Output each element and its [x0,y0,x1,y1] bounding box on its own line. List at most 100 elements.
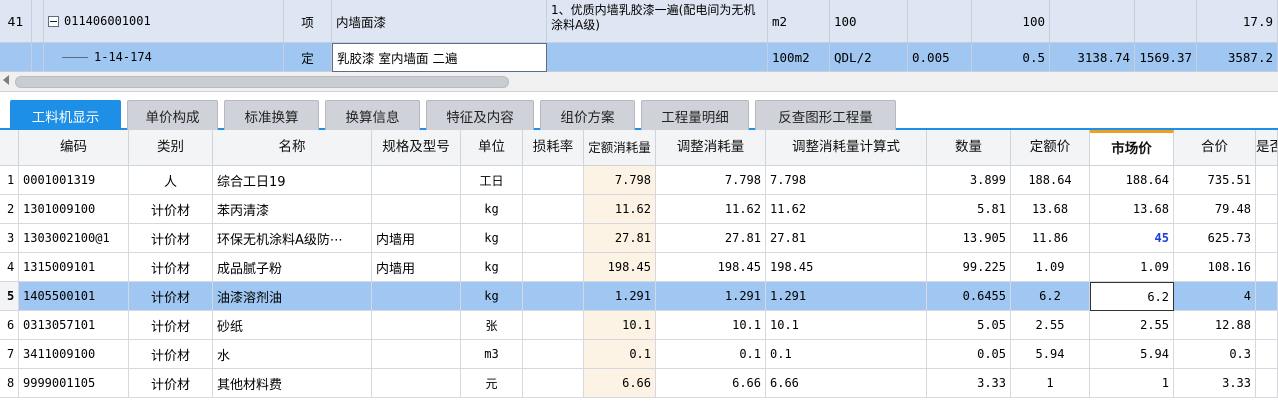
material-name[interactable]: 苯丙清漆 [213,195,372,224]
tab-reverse-lookup[interactable]: 反查图形工程量 [755,100,896,130]
table-row[interactable]: 5 1405500101 计价材 油漆溶剂油 kg 1.291 1.291 1.291 0.64… [0,282,1278,311]
adjust-formula[interactable]: 1.291 [766,282,927,311]
market-price[interactable]: 5.94 [1090,340,1174,369]
tab-quantity-detail[interactable]: 工程量明细 [641,100,749,130]
adjust-formula[interactable]: 10.1 [766,311,927,340]
material-code[interactable]: 0001001319 [19,166,129,195]
adjusted-consumption[interactable]: 7.798 [656,166,766,195]
table-row[interactable]: 4 1315009101 计价材 成品腻子粉 内墙用 kg 198.45 198.45 198.… [0,253,1278,282]
scroll-left-icon[interactable] [3,75,9,85]
header-name[interactable]: 名称 [213,130,372,166]
table-row[interactable]: 6 0313057101 计价材 砂纸张 10.1 10.1 10.1 5.05 2.55 2.5… [0,311,1278,340]
header-quota-consumption[interactable]: 定额消耗量 [584,130,656,166]
quota-price[interactable]: 1.09 [1011,253,1090,282]
header-spec[interactable]: 规格及型号 [372,130,461,166]
header-quota-price[interactable]: 定额价 [1011,130,1090,166]
quota-row[interactable]: 1-14-174 定 乳胶漆 室内墙面 二遍 100m2 QDL/2 0.005… [0,43,1278,72]
material-loss[interactable] [523,195,584,224]
adjust-formula[interactable]: 27.81 [766,224,927,253]
material-spec[interactable]: 内墙用 [372,253,461,282]
material-code[interactable]: 1303002100@1 [19,224,129,253]
material-unit[interactable]: kg [461,195,523,224]
market-price[interactable]: 188.64 [1090,166,1174,195]
material-amount[interactable]: 735.51 [1174,166,1256,195]
market-price[interactable]: 13.68 [1090,195,1174,224]
bill-qty-expr[interactable]: 100 [830,0,908,43]
header-unit[interactable]: 单位 [461,130,523,166]
table-row[interactable]: 8 9999001105 计价材 其他材料费元 6.66 6.66 6.66 3.33 1 1 3.… [0,369,1278,398]
quota-qty-expr[interactable]: QDL/2 [830,43,908,72]
market-price[interactable]: 6.2 [1090,282,1174,311]
material-code[interactable]: 1301009100 [19,195,129,224]
material-unit[interactable]: 张 [461,311,523,340]
material-name[interactable]: 综合工日19 [213,166,372,195]
quota-consumption[interactable]: 27.81 [584,224,656,253]
header-market-price[interactable]: 市场价 [1090,130,1174,166]
quota-consumption[interactable]: 11.62 [584,195,656,224]
material-quantity[interactable]: 3.33 [927,369,1011,398]
adjust-formula[interactable]: 7.798 [766,166,927,195]
material-quantity[interactable]: 5.05 [927,311,1011,340]
quota-price[interactable]: 5.94 [1011,340,1090,369]
material-loss[interactable] [523,166,584,195]
tab-standard-conversion[interactable]: 标准换算 [224,100,319,130]
collapse-icon[interactable]: − [48,15,59,27]
header-loss[interactable]: 损耗率 [523,130,584,166]
material-name[interactable]: 环保无机涂料A级防⋯ [213,224,372,253]
material-amount[interactable]: 79.48 [1174,195,1256,224]
bill-name[interactable]: 内墙面漆 [332,0,547,43]
tab-material-display[interactable]: 工料机显示 [10,100,121,130]
material-name[interactable]: 油漆溶剂油 [213,282,372,311]
material-loss[interactable] [523,253,584,282]
quota-code-cell[interactable]: 1-14-174 [44,43,284,72]
header-adjusted-consumption[interactable]: 调整消耗量 [656,130,766,166]
table-row[interactable]: 1 0001001319 人综合工日19 工日 7.798 7.798 7.798 3.899… [0,166,1278,195]
tab-pricing-scheme[interactable]: 组价方案 [540,100,635,130]
adjusted-consumption[interactable]: 0.1 [656,340,766,369]
material-unit[interactable]: m3 [461,340,523,369]
header-amount[interactable]: 合价 [1174,130,1256,166]
material-loss[interactable] [523,282,584,311]
material-quantity[interactable]: 0.05 [927,340,1011,369]
quota-consumption[interactable]: 198.45 [584,253,656,282]
adjust-formula[interactable]: 0.1 [766,340,927,369]
material-category[interactable]: 计价材 [129,253,213,282]
adjust-formula[interactable]: 198.45 [766,253,927,282]
material-unit[interactable]: kg [461,224,523,253]
extra-cell[interactable] [1256,311,1278,340]
material-name[interactable]: 其他材料费 [213,369,372,398]
market-price[interactable]: 2.55 [1090,311,1174,340]
material-quantity[interactable]: 5.81 [927,195,1011,224]
quota-unit[interactable]: 100m2 [768,43,830,72]
material-name[interactable]: 成品腻子粉 [213,253,372,282]
material-code[interactable]: 1405500101 [19,282,129,311]
quota-consumption[interactable]: 0.1 [584,340,656,369]
material-quantity[interactable]: 0.6455 [927,282,1011,311]
adjusted-consumption[interactable]: 198.45 [656,253,766,282]
quota-consumption[interactable]: 10.1 [584,311,656,340]
extra-cell[interactable] [1256,166,1278,195]
material-amount[interactable]: 0.3 [1174,340,1256,369]
material-spec[interactable] [372,340,461,369]
extra-cell[interactable] [1256,282,1278,311]
material-category[interactable]: 计价材 [129,311,213,340]
table-row[interactable]: 3 1303002100@1 计价材 环保无机涂料A级防⋯ 内墙用 kg 27.81 27.8… [0,224,1278,253]
material-amount[interactable]: 3.33 [1174,369,1256,398]
material-category[interactable]: 计价材 [129,340,213,369]
material-unit[interactable]: kg [461,253,523,282]
material-amount[interactable]: 625.73 [1174,224,1256,253]
material-spec[interactable] [372,311,461,340]
quota-consumption[interactable]: 6.66 [584,369,656,398]
market-price[interactable]: 45 [1090,224,1174,253]
material-category[interactable]: 计价材 [129,369,213,398]
extra-cell[interactable] [1256,224,1278,253]
material-category[interactable]: 人 [129,166,213,195]
bill-feature[interactable]: 1、优质内墙乳胶漆一遍(配电间为无机涂料A级) [547,0,768,43]
tab-unit-price[interactable]: 单价构成 [127,100,218,130]
material-loss[interactable] [523,224,584,253]
material-name[interactable]: 水 [213,340,372,369]
scrollbar-thumb[interactable] [15,76,509,88]
quota-consumption[interactable]: 7.798 [584,166,656,195]
tab-features[interactable]: 特征及内容 [426,100,534,130]
market-price[interactable]: 1.09 [1090,253,1174,282]
